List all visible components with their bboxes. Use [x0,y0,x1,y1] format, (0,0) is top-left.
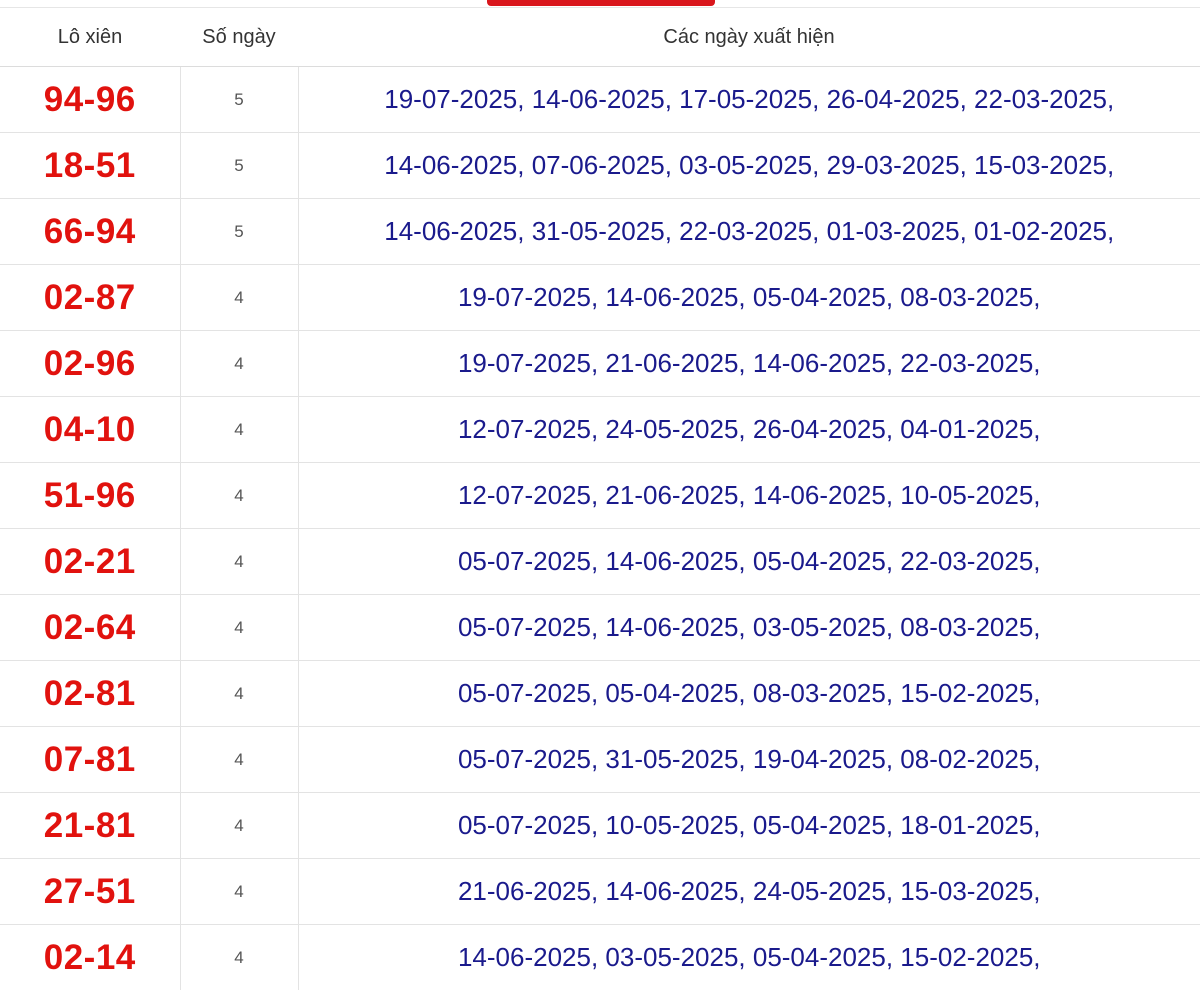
table-row: 07-81405-07-2025, 31-05-2025, 19-04-2025… [0,727,1200,793]
count-cell: 4 [180,793,298,859]
pair-cell: 66-94 [0,199,180,265]
pair-cell: 18-51 [0,133,180,199]
dates-cell: 19-07-2025, 14-06-2025, 17-05-2025, 26-0… [298,67,1200,133]
pair-cell: 51-96 [0,463,180,529]
active-tab-indicator [487,0,715,6]
dates-cell: 14-06-2025, 31-05-2025, 22-03-2025, 01-0… [298,199,1200,265]
count-cell: 4 [180,661,298,727]
pair-cell: 02-21 [0,529,180,595]
count-cell: 4 [180,859,298,925]
table-row: 94-96519-07-2025, 14-06-2025, 17-05-2025… [0,67,1200,133]
count-cell: 4 [180,331,298,397]
dates-cell: 05-07-2025, 10-05-2025, 05-04-2025, 18-0… [298,793,1200,859]
count-cell: 4 [180,265,298,331]
pair-cell: 02-64 [0,595,180,661]
results-table: Lô xiên Số ngày Các ngày xuất hiện 94-96… [0,8,1200,990]
table-row: 51-96412-07-2025, 21-06-2025, 14-06-2025… [0,463,1200,529]
count-cell: 5 [180,67,298,133]
dates-cell: 05-07-2025, 14-06-2025, 03-05-2025, 08-0… [298,595,1200,661]
pair-cell: 02-81 [0,661,180,727]
column-header-count: Số ngày [180,8,298,67]
pair-cell: 07-81 [0,727,180,793]
pair-cell: 02-87 [0,265,180,331]
count-cell: 4 [180,463,298,529]
pair-cell: 02-14 [0,925,180,990]
pair-cell: 27-51 [0,859,180,925]
dates-cell: 05-07-2025, 05-04-2025, 08-03-2025, 15-0… [298,661,1200,727]
table-row: 18-51514-06-2025, 07-06-2025, 03-05-2025… [0,133,1200,199]
dates-cell: 12-07-2025, 24-05-2025, 26-04-2025, 04-0… [298,397,1200,463]
table-row: 02-14414-06-2025, 03-05-2025, 05-04-2025… [0,925,1200,990]
dates-cell: 19-07-2025, 21-06-2025, 14-06-2025, 22-0… [298,331,1200,397]
pair-cell: 02-96 [0,331,180,397]
pair-cell: 94-96 [0,67,180,133]
table-row: 02-87419-07-2025, 14-06-2025, 05-04-2025… [0,265,1200,331]
table-row: 66-94514-06-2025, 31-05-2025, 22-03-2025… [0,199,1200,265]
count-cell: 4 [180,925,298,990]
dates-cell: 05-07-2025, 31-05-2025, 19-04-2025, 08-0… [298,727,1200,793]
table-row: 02-96419-07-2025, 21-06-2025, 14-06-2025… [0,331,1200,397]
table-row: 02-81405-07-2025, 05-04-2025, 08-03-2025… [0,661,1200,727]
dates-cell: 14-06-2025, 03-05-2025, 05-04-2025, 15-0… [298,925,1200,990]
count-cell: 5 [180,199,298,265]
dates-cell: 12-07-2025, 21-06-2025, 14-06-2025, 10-0… [298,463,1200,529]
pair-cell: 04-10 [0,397,180,463]
dates-cell: 21-06-2025, 14-06-2025, 24-05-2025, 15-0… [298,859,1200,925]
table-row: 02-21405-07-2025, 14-06-2025, 05-04-2025… [0,529,1200,595]
count-cell: 5 [180,133,298,199]
table-row: 02-64405-07-2025, 14-06-2025, 03-05-2025… [0,595,1200,661]
table-row: 04-10412-07-2025, 24-05-2025, 26-04-2025… [0,397,1200,463]
table-row: 21-81405-07-2025, 10-05-2025, 05-04-2025… [0,793,1200,859]
count-cell: 4 [180,595,298,661]
column-header-pair: Lô xiên [0,8,180,67]
count-cell: 4 [180,727,298,793]
dates-cell: 14-06-2025, 07-06-2025, 03-05-2025, 29-0… [298,133,1200,199]
dates-cell: 05-07-2025, 14-06-2025, 05-04-2025, 22-0… [298,529,1200,595]
dates-cell: 19-07-2025, 14-06-2025, 05-04-2025, 08-0… [298,265,1200,331]
count-cell: 4 [180,529,298,595]
count-cell: 4 [180,397,298,463]
table-header-row: Lô xiên Số ngày Các ngày xuất hiện [0,8,1200,67]
pair-cell: 21-81 [0,793,180,859]
table-row: 27-51421-06-2025, 14-06-2025, 24-05-2025… [0,859,1200,925]
column-header-dates: Các ngày xuất hiện [298,8,1200,67]
